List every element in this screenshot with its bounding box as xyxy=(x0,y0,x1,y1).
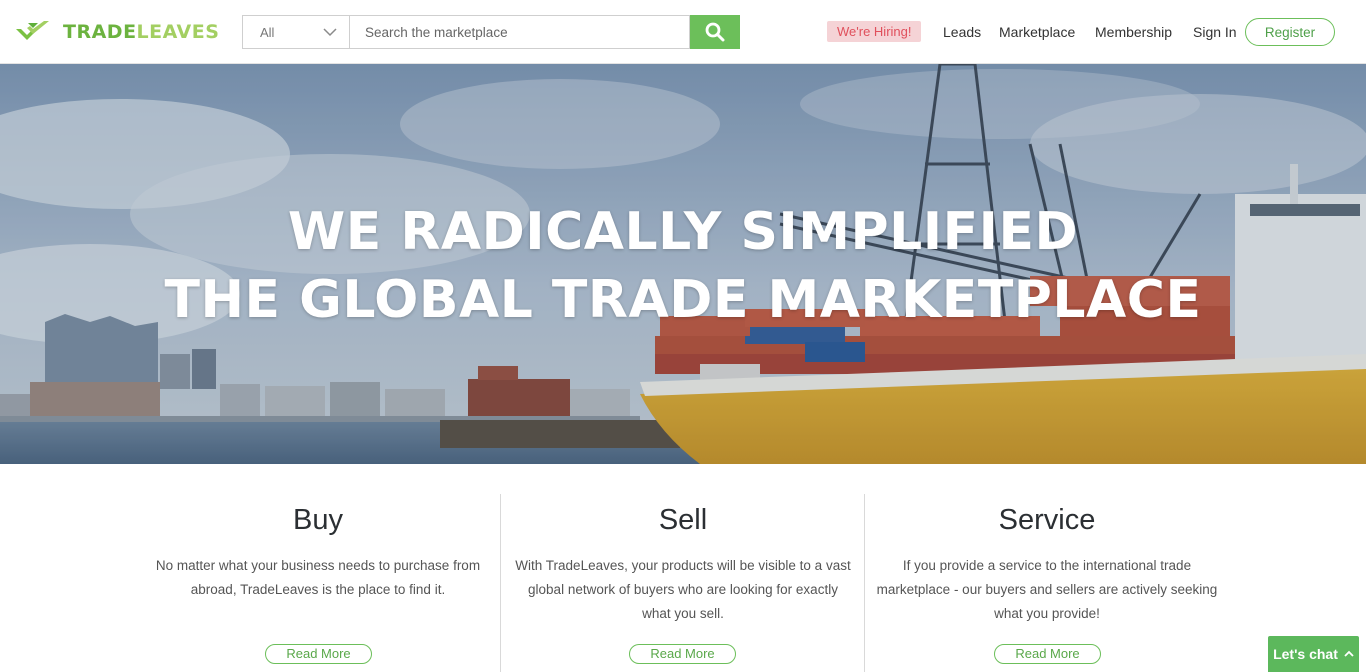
chevron-down-icon xyxy=(323,28,337,37)
buy-read-more-button[interactable]: Read More xyxy=(265,644,372,664)
divider xyxy=(864,494,865,672)
feature-description: With TradeLeaves, your products will be … xyxy=(515,558,851,621)
sign-in-link[interactable]: Sign In xyxy=(1193,22,1237,42)
search-bar: All xyxy=(242,15,740,49)
features-section: Buy No matter what your business needs t… xyxy=(0,464,1366,672)
register-button[interactable]: Register xyxy=(1245,18,1335,46)
feature-title: Service xyxy=(998,504,1096,536)
chevron-up-icon xyxy=(1344,650,1354,657)
search-button[interactable] xyxy=(690,15,740,49)
feature-title: Buy xyxy=(293,504,343,536)
feature-description: No matter what your business needs to pu… xyxy=(155,558,481,597)
nav-marketplace-link[interactable]: Marketplace xyxy=(999,22,1075,42)
nav-membership-link[interactable]: Membership xyxy=(1095,22,1172,42)
brand-logo[interactable]: TRADELEAVES xyxy=(15,18,219,46)
chat-label: Let's chat xyxy=(1273,646,1338,662)
divider xyxy=(500,494,501,672)
hiring-badge[interactable]: We're Hiring! xyxy=(827,21,922,42)
feature-title: Sell xyxy=(658,504,708,536)
hero-headline-line1: WE RADICALLY SIMPLIFIED xyxy=(287,202,1079,262)
nav-leads-link[interactable]: Leads xyxy=(943,22,981,42)
search-icon xyxy=(705,22,725,42)
chat-widget-button[interactable]: Let's chat xyxy=(1268,636,1359,672)
feature-service: Service If you provide a service to the … xyxy=(866,464,1228,672)
sell-read-more-button[interactable]: Read More xyxy=(629,644,736,664)
category-select[interactable]: All xyxy=(242,15,349,49)
hero-banner: WE RADICALLY SIMPLIFIED THE GLOBAL TRADE… xyxy=(0,64,1366,464)
search-input[interactable] xyxy=(349,15,690,49)
feature-sell: Sell With TradeLeaves, your products wil… xyxy=(502,464,864,672)
hero-headline-line2: THE GLOBAL TRADE MARKETPLACE xyxy=(164,270,1202,330)
service-read-more-button[interactable]: Read More xyxy=(994,644,1101,664)
feature-description: If you provide a service to the internat… xyxy=(876,558,1218,621)
brand-name: TRADELEAVES xyxy=(63,21,220,43)
feature-buy: Buy No matter what your business needs t… xyxy=(140,464,496,672)
top-navbar: TRADELEAVES All We're Hiring! Leads Mark… xyxy=(0,0,1366,64)
category-select-value: All xyxy=(260,24,275,40)
logo-leaf-icon xyxy=(16,21,49,40)
